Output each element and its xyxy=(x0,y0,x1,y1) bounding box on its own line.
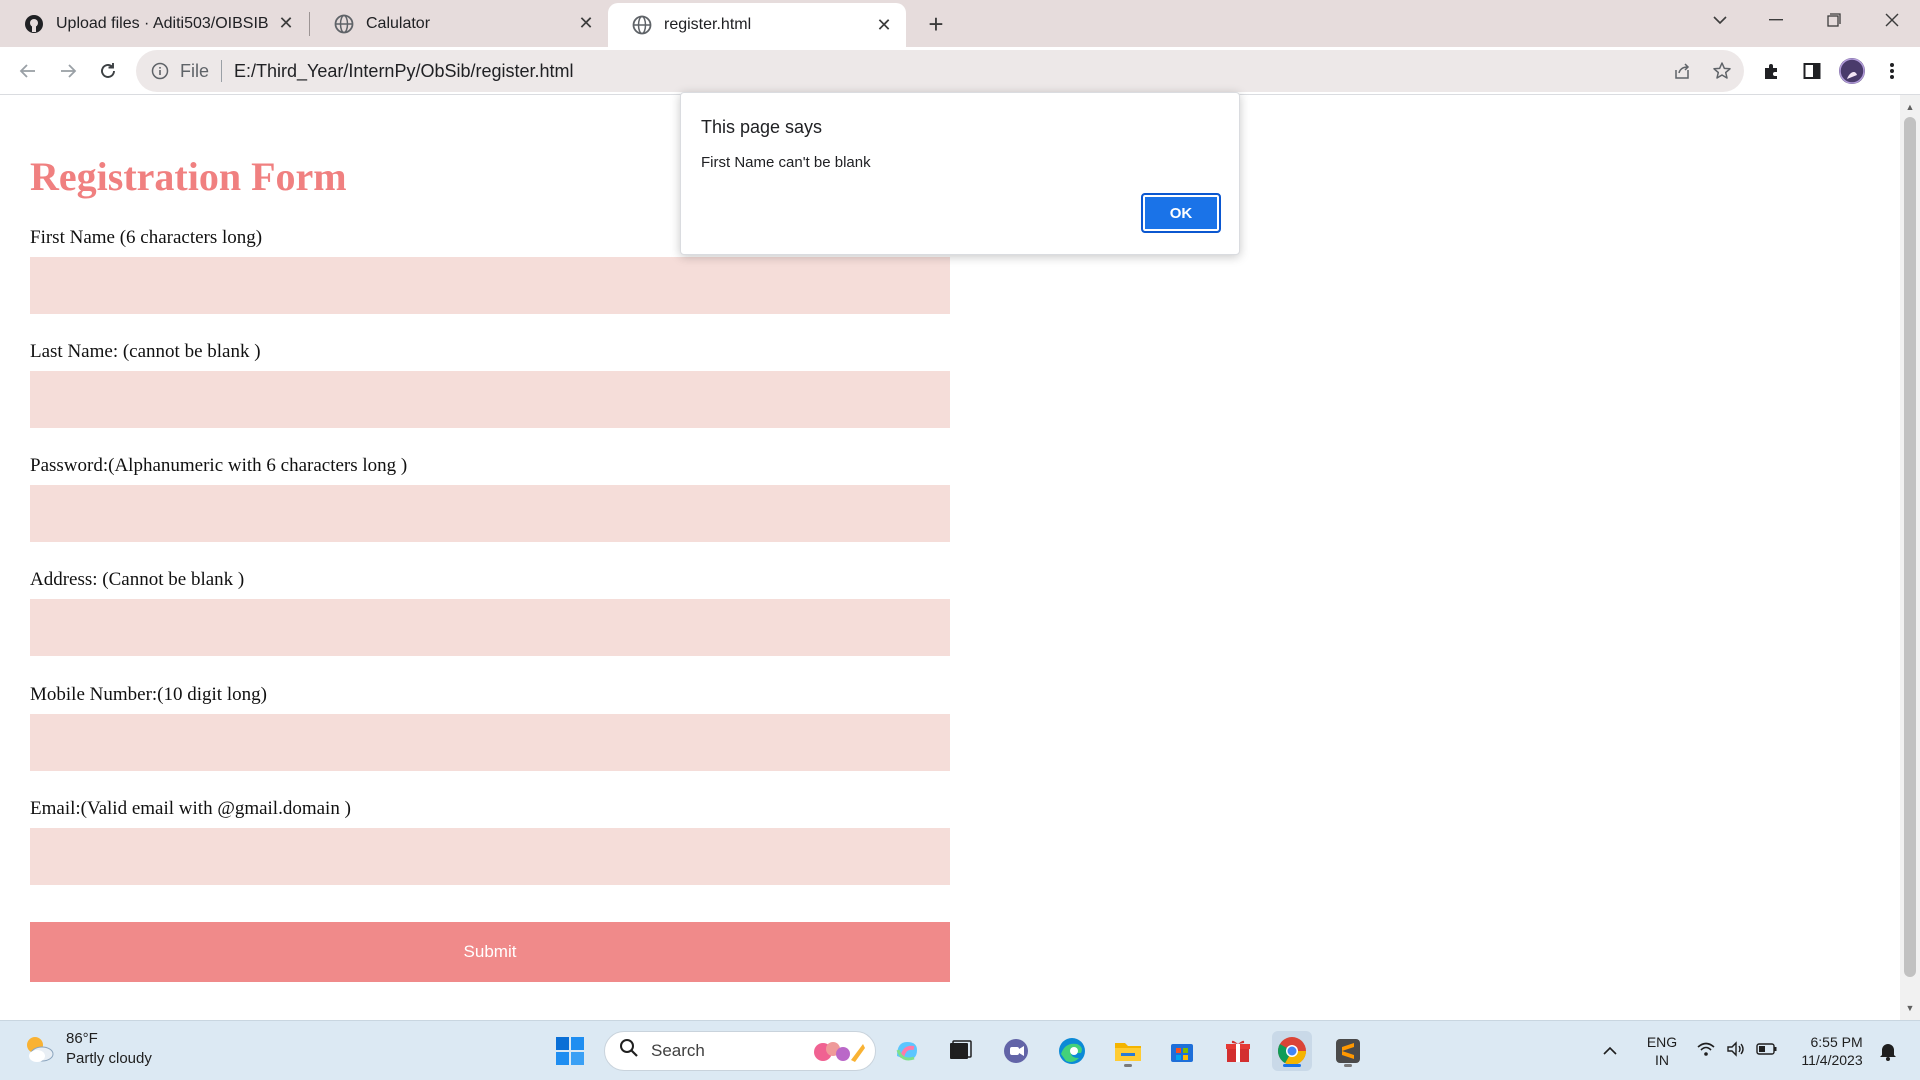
alert-dialog: This page says First Name can't be blank… xyxy=(680,92,1240,255)
last-name-label: Last Name: (cannot be blank ) xyxy=(30,341,261,362)
omnibox-divider xyxy=(221,60,223,82)
close-icon[interactable]: ✕ xyxy=(574,12,598,36)
email-input[interactable] xyxy=(30,828,950,885)
scrollbar-thumb[interactable] xyxy=(1904,117,1916,977)
tab-register[interactable]: register.html ✕ xyxy=(608,3,906,47)
address-bar[interactable]: File E:/Third_Year/InternPy/ObSib/regist… xyxy=(136,50,1744,92)
taskbar: 86°F Partly cloudy Search ENG IN 6:55 PM… xyxy=(0,1020,1920,1080)
search-icon xyxy=(619,1038,639,1064)
gift-app-icon[interactable] xyxy=(1218,1031,1258,1071)
weather-condition: Partly cloudy xyxy=(66,1050,152,1067)
email-label: Email:(Valid email with @gmail.domain ) xyxy=(30,798,351,819)
address-input[interactable] xyxy=(30,599,950,656)
tab-upload-files[interactable]: Upload files · Aditi503/OIBSIB ✕ xyxy=(0,0,308,47)
language-indicator[interactable]: ENG IN xyxy=(1642,1021,1682,1080)
mobile-number-label: Mobile Number:(10 digit long) xyxy=(30,684,267,705)
task-view-icon[interactable] xyxy=(940,1031,980,1071)
close-icon[interactable]: ✕ xyxy=(872,13,896,37)
file-explorer-icon[interactable] xyxy=(1108,1031,1148,1071)
tab-strip: Upload files · Aditi503/OIBSIB ✕ Calulat… xyxy=(0,0,1920,47)
reload-icon[interactable] xyxy=(92,55,124,87)
teams-chat-icon[interactable] xyxy=(996,1031,1036,1071)
partly-cloudy-icon xyxy=(22,1032,56,1066)
minimize-button[interactable] xyxy=(1748,0,1804,40)
chrome-browser-icon[interactable] xyxy=(1272,1031,1312,1071)
clock-time: 6:55 PM xyxy=(1810,1034,1863,1050)
edge-browser-icon[interactable] xyxy=(1052,1031,1092,1071)
weather-widget[interactable]: 86°F Partly cloudy xyxy=(22,1029,152,1069)
extensions-puzzle-icon[interactable] xyxy=(1756,55,1788,87)
password-label: Password:(Alphanumeric with 6 characters… xyxy=(30,455,408,476)
tab-title: Upload files · Aditi503/OIBSIB xyxy=(56,14,269,32)
scheme-label: File xyxy=(180,60,210,81)
first-name-label: First Name (6 characters long) xyxy=(30,227,263,248)
running-indicator xyxy=(1124,1064,1132,1067)
browser-toolbar: File E:/Third_Year/InternPy/ObSib/regist… xyxy=(0,47,1920,95)
notification-bell-icon[interactable] xyxy=(1874,1021,1902,1080)
info-icon[interactable] xyxy=(150,61,170,81)
restore-button[interactable] xyxy=(1806,0,1862,40)
windows-start-icon[interactable] xyxy=(550,1031,590,1071)
profile-avatar[interactable] xyxy=(1836,55,1868,87)
scroll-down-arrow-icon[interactable]: ▼ xyxy=(1904,1002,1916,1014)
ok-button[interactable]: OK xyxy=(1141,193,1221,233)
copilot-icon[interactable] xyxy=(887,1031,927,1071)
share-icon[interactable] xyxy=(1666,55,1698,87)
running-indicator xyxy=(1344,1064,1352,1067)
submit-button[interactable]: Submit xyxy=(30,922,950,982)
clock[interactable]: 6:55 PM 11/4/2023 xyxy=(1792,1021,1872,1080)
back-arrow-icon[interactable] xyxy=(12,55,44,87)
last-name-input[interactable] xyxy=(30,371,950,428)
url-text[interactable]: E:/Third_Year/InternPy/ObSib/register.ht… xyxy=(234,61,574,82)
bookmark-star-icon[interactable] xyxy=(1706,55,1738,87)
battery-icon xyxy=(1756,1042,1778,1061)
close-icon[interactable]: ✕ xyxy=(274,12,298,36)
search-highlight-icon xyxy=(809,1036,869,1073)
tab-title: register.html xyxy=(664,16,752,33)
language-region: IN xyxy=(1655,1052,1669,1068)
wifi-icon xyxy=(1696,1041,1716,1062)
page-scrollbar[interactable]: ▲ ▼ xyxy=(1900,95,1920,1020)
github-icon xyxy=(24,14,44,34)
running-indicator xyxy=(1283,1064,1301,1067)
forward-arrow-icon[interactable] xyxy=(52,55,84,87)
first-name-input[interactable] xyxy=(30,257,950,314)
microsoft-store-icon[interactable] xyxy=(1162,1031,1202,1071)
tab-calculator[interactable]: Calulator ✕ xyxy=(310,0,608,47)
volume-icon xyxy=(1726,1040,1746,1062)
alert-title: This page says xyxy=(701,117,823,137)
language-code: ENG xyxy=(1646,1034,1678,1050)
side-panel-icon[interactable] xyxy=(1796,55,1828,87)
mobile-number-input[interactable] xyxy=(30,714,950,771)
globe-icon xyxy=(334,14,354,34)
new-tab-button[interactable]: + xyxy=(920,8,952,40)
show-hidden-icons-chevron-icon[interactable] xyxy=(1596,1021,1624,1080)
tab-title: Calulator xyxy=(366,14,431,32)
kebab-menu-icon[interactable] xyxy=(1876,55,1908,87)
page-title: Registration Form xyxy=(30,154,347,199)
globe-icon xyxy=(632,15,652,35)
address-label: Address: (Cannot be blank ) xyxy=(30,569,245,590)
tab-search-chevron-icon[interactable] xyxy=(1692,0,1748,40)
system-tray-status[interactable] xyxy=(1692,1021,1782,1080)
taskbar-search-box[interactable]: Search xyxy=(604,1031,876,1071)
clock-date: 11/4/2023 xyxy=(1801,1052,1863,1068)
password-input[interactable] xyxy=(30,485,950,542)
search-label: Search xyxy=(651,1041,705,1060)
weather-temperature: 86°F xyxy=(66,1030,98,1047)
sublime-text-icon[interactable] xyxy=(1328,1031,1368,1071)
alert-message: First Name can't be blank xyxy=(701,154,871,171)
scroll-up-arrow-icon[interactable]: ▲ xyxy=(1904,101,1916,113)
close-window-button[interactable] xyxy=(1864,0,1920,40)
